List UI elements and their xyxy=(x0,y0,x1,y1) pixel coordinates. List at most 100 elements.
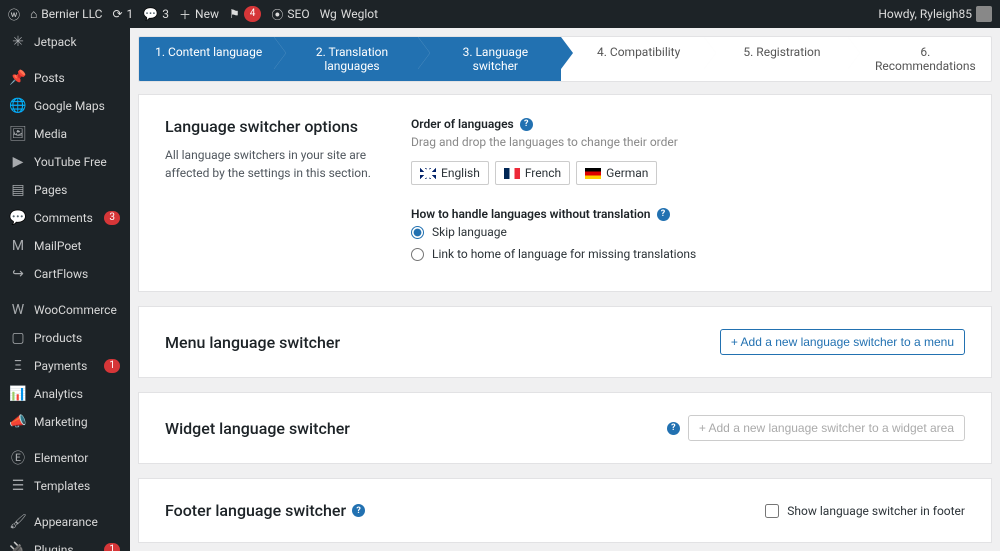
comments-item[interactable]: 💬3 xyxy=(143,7,169,21)
menu-icon: W xyxy=(10,302,26,318)
menu-label: Pages xyxy=(34,183,120,197)
setup-steps: 1. Content language2. Translation langua… xyxy=(138,36,992,82)
menu-label: MailPoet xyxy=(34,239,120,253)
panel-title-text: Footer language switcher xyxy=(165,501,346,520)
menu-icon: 💬 xyxy=(10,210,26,226)
site-home[interactable]: ⌂Bernier LLC xyxy=(30,7,102,21)
sidebar-item-payments[interactable]: ΞPayments1 xyxy=(0,352,130,380)
help-icon[interactable]: ? xyxy=(667,422,680,435)
notify-badge: 4 xyxy=(244,6,262,22)
menu-label: WooCommerce xyxy=(34,303,120,317)
menu-label: CartFlows xyxy=(34,267,120,281)
radio-input-link[interactable] xyxy=(411,248,424,261)
panel-desc: All language switchers in your site are … xyxy=(165,146,375,182)
panel-title: Footer language switcher ? xyxy=(165,501,365,520)
notifications-item[interactable]: ⚑4 xyxy=(229,6,261,22)
menu-icon: 🌐 xyxy=(10,98,26,114)
refresh-count: 1 xyxy=(127,7,134,21)
menu-label: Appearance xyxy=(34,515,120,529)
step-1[interactable]: 1. Content language xyxy=(139,37,274,81)
weglot-item[interactable]: WgWeglot xyxy=(320,7,378,21)
add-widget-switcher-button[interactable]: + Add a new language switcher to a widge… xyxy=(688,415,965,441)
menu-icon: ↪ xyxy=(10,266,26,282)
step-4[interactable]: 4. Compatibility xyxy=(561,37,704,81)
sidebar-item-elementor[interactable]: ⒺElementor xyxy=(0,444,130,472)
order-sub: Drag and drop the languages to change th… xyxy=(411,135,965,149)
sidebar-item-posts[interactable]: 📌Posts xyxy=(0,64,130,92)
sidebar-item-cartflows[interactable]: ↪ CartFlows xyxy=(0,260,130,288)
sidebar-item-jetpack[interactable]: ✳ Jetpack xyxy=(0,28,130,56)
flag-icon xyxy=(504,168,520,179)
menu-label: Analytics xyxy=(34,387,120,401)
radio-link-label: Link to home of language for missing tra… xyxy=(432,247,696,261)
new-item[interactable]: ＋New xyxy=(179,6,219,23)
menu-label: Jetpack xyxy=(34,35,120,49)
add-menu-switcher-button[interactable]: + Add a new language switcher to a menu xyxy=(720,329,965,355)
step-3[interactable]: 3. Language switcher xyxy=(418,37,561,81)
seo-icon: ⦿ xyxy=(271,6,283,23)
weglot-icon: Wg xyxy=(320,7,337,21)
menu-icon: 🖌 xyxy=(10,514,26,530)
menu-label: Google Maps xyxy=(34,99,120,113)
step-6[interactable]: 6. Recommendations xyxy=(848,37,991,81)
step-2[interactable]: 2. Translation languages xyxy=(274,37,417,81)
chip-label: French xyxy=(525,166,561,180)
sidebar-item-analytics[interactable]: 📊Analytics xyxy=(0,380,130,408)
menu-icon: ▤ xyxy=(10,182,26,198)
menu-label: Plugins xyxy=(34,543,96,551)
menu-label: Comments xyxy=(34,211,96,225)
menu-icon: Ξ xyxy=(10,358,26,374)
sidebar-item-products[interactable]: ▢Products xyxy=(0,324,130,352)
language-chips: English French German xyxy=(411,161,965,185)
menu-icon: 🔌 xyxy=(10,542,26,551)
sidebar-item-google-maps[interactable]: 🌐 Google Maps xyxy=(0,92,130,120)
seo-label: SEO xyxy=(287,7,309,21)
sidebar-item-comments[interactable]: 💬Comments3 xyxy=(0,204,130,232)
sidebar-item-media[interactable]: 🖼 Media xyxy=(0,120,130,148)
language-chip-english[interactable]: English xyxy=(411,161,489,185)
admin-sidebar: ✳ Jetpack 📌Posts 🌐 Google Maps 🖼 Media ▶YouTube… xyxy=(0,28,130,551)
radio-input-skip[interactable] xyxy=(411,226,424,239)
help-icon[interactable]: ? xyxy=(657,208,670,221)
menu-label: Payments xyxy=(34,359,96,373)
radio-skip-language[interactable]: Skip language xyxy=(411,225,965,239)
account-menu[interactable]: Howdy, Ryleigh85 xyxy=(878,6,992,22)
help-icon[interactable]: ? xyxy=(352,504,365,517)
language-chip-german[interactable]: German xyxy=(576,161,657,185)
help-icon[interactable]: ? xyxy=(520,118,533,131)
panel-title: Widget language switcher xyxy=(165,419,350,438)
wp-logo[interactable]: ⓦ xyxy=(8,6,20,23)
chip-label: German xyxy=(606,166,648,180)
sidebar-item-woocommerce[interactable]: W WooCommerce xyxy=(0,296,130,324)
order-label: Order of languages xyxy=(411,117,514,131)
radio-link-home[interactable]: Link to home of language for missing tra… xyxy=(411,247,965,261)
menu-icon: M xyxy=(10,238,26,254)
sidebar-item-youtube-free[interactable]: ▶YouTube Free xyxy=(0,148,130,176)
refresh-item[interactable]: ⟳1 xyxy=(112,7,133,21)
panel-footer-switcher: Footer language switcher ? Show language… xyxy=(138,478,992,543)
sidebar-item-templates[interactable]: ☰Templates xyxy=(0,472,130,500)
handle-label: How to handle languages without translat… xyxy=(411,207,651,221)
greeting: Howdy, Ryleigh85 xyxy=(878,7,972,21)
radio-skip-label: Skip language xyxy=(432,225,507,239)
language-chip-french[interactable]: French xyxy=(495,161,570,185)
sidebar-item-mailpoet[interactable]: M MailPoet xyxy=(0,232,130,260)
menu-label: Media xyxy=(34,127,120,141)
step-5[interactable]: 5. Registration xyxy=(704,37,847,81)
chip-label: English xyxy=(441,166,480,180)
menu-icon: ✳ xyxy=(10,34,26,50)
flag-icon xyxy=(585,168,601,179)
comments-count: 3 xyxy=(162,7,169,21)
sidebar-item-appearance[interactable]: 🖌 Appearance xyxy=(0,508,130,536)
menu-label: Templates xyxy=(34,479,120,493)
menu-icon: 📌 xyxy=(10,70,26,86)
content-area: 1. Content language2. Translation langua… xyxy=(130,28,1000,551)
seo-item[interactable]: ⦿ SEO xyxy=(271,6,309,23)
menu-icon: 🖼 xyxy=(10,126,26,142)
sidebar-item-plugins[interactable]: 🔌Plugins1 xyxy=(0,536,130,551)
footer-checkbox-row[interactable]: Show language switcher in footer xyxy=(765,504,965,518)
sidebar-item-pages[interactable]: ▤ Pages xyxy=(0,176,130,204)
footer-checkbox[interactable] xyxy=(765,504,779,518)
sidebar-item-marketing[interactable]: 📣Marketing xyxy=(0,408,130,436)
menu-icon: ▶ xyxy=(10,154,26,170)
